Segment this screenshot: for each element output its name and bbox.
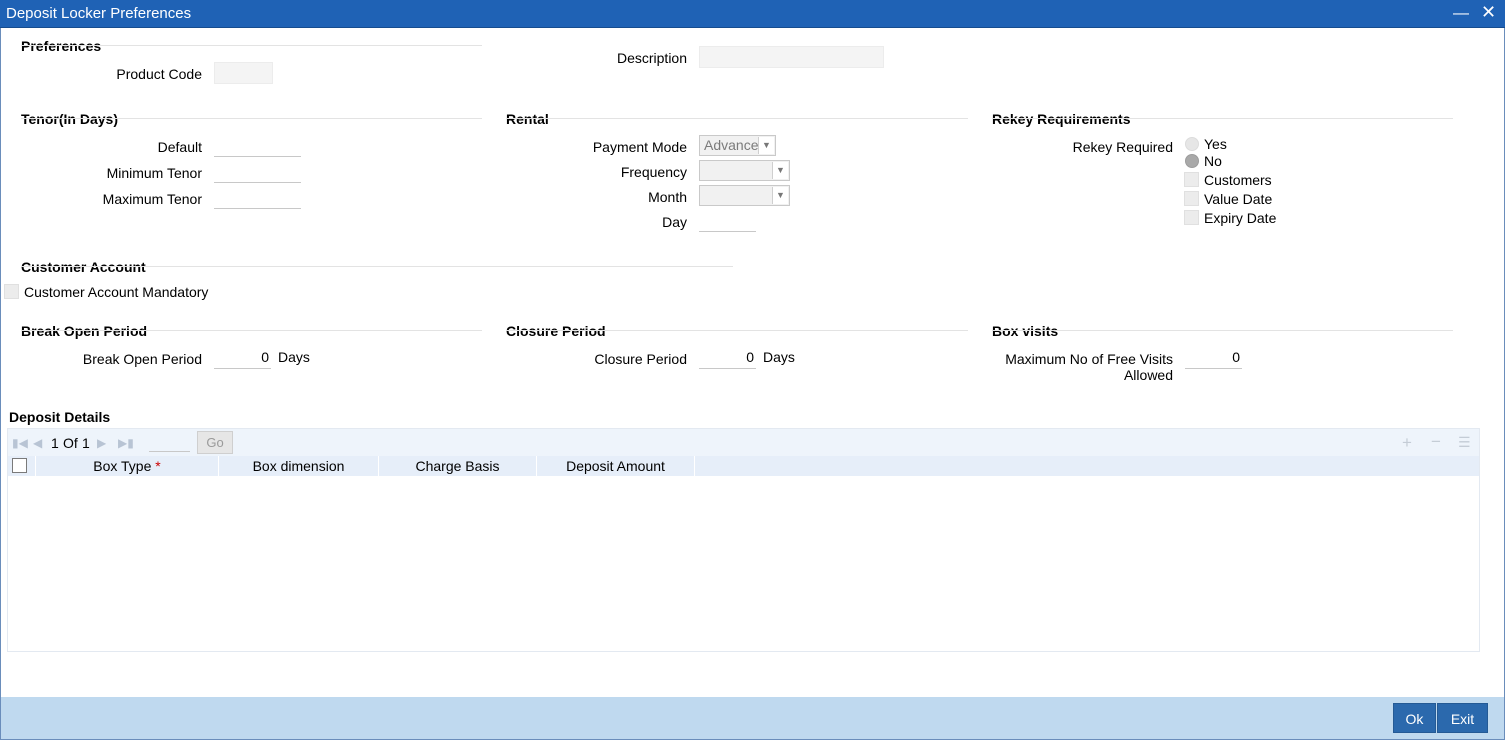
rental-heading: Rental (506, 111, 549, 127)
day-field[interactable] (699, 210, 756, 232)
chevron-down-icon: ▼ (772, 187, 788, 204)
closure-field[interactable]: 0 (699, 347, 756, 369)
customer-account-mandatory-checkbox[interactable] (4, 284, 19, 299)
delete-row-icon[interactable]: − (1431, 432, 1441, 452)
rekey-no-radio[interactable] (1185, 154, 1199, 168)
rekey-yes-label: Yes (1204, 136, 1227, 152)
grid-body (8, 476, 1479, 651)
rekey-no-label: No (1204, 153, 1222, 169)
select-all-checkbox[interactable] (12, 458, 27, 473)
payment-mode-select[interactable]: Advance ▼ (699, 135, 776, 156)
footer-bar (1, 697, 1504, 739)
maximum-tenor-field[interactable] (214, 187, 301, 209)
expiry-date-checkbox[interactable] (1184, 210, 1199, 225)
preferences-heading: Preferences (21, 38, 102, 54)
rekey-divider (992, 118, 1453, 119)
closure-divider (506, 330, 968, 331)
exit-button[interactable]: Exit (1437, 703, 1488, 733)
break-open-divider (21, 330, 482, 331)
window-title: Deposit Locker Preferences (6, 5, 192, 22)
maximum-tenor-label: Maximum Tenor (102, 191, 202, 207)
rekey-heading: Rekey Requirements (992, 111, 1131, 127)
closure-heading: Closure Period (506, 323, 606, 339)
select-all-cell (8, 456, 36, 476)
customer-account-divider (21, 266, 733, 267)
page-current: 1 (51, 435, 59, 451)
value-date-checkbox[interactable] (1184, 191, 1199, 206)
ok-button[interactable]: Ok (1393, 703, 1436, 733)
payment-mode-value: Advance (704, 137, 759, 153)
chevron-down-icon: ▼ (772, 162, 788, 179)
default-tenor-label: Default (157, 139, 202, 155)
preferences-divider (21, 45, 482, 46)
add-row-icon[interactable]: + (1402, 433, 1412, 453)
previous-page-icon[interactable]: ◀ (33, 436, 42, 450)
deposit-details-heading: Deposit Details (9, 409, 111, 425)
customer-account-mandatory-label: Customer Account Mandatory (24, 284, 209, 300)
frequency-select[interactable]: ▼ (699, 160, 790, 181)
single-view-icon[interactable]: ☰ (1458, 434, 1471, 451)
next-page-icon[interactable]: ▶ (97, 436, 106, 450)
max-free-visits-field[interactable]: 0 (1185, 347, 1242, 369)
grid-toolbar: ▮◀ ◀ 1 Of 1 ▶ ▶▮ Go + − ☰ (8, 429, 1479, 456)
value-date-label: Value Date (1204, 191, 1273, 207)
minimum-tenor-label: Minimum Tenor (106, 165, 202, 181)
day-label: Day (662, 214, 687, 230)
go-button[interactable]: Go (197, 431, 233, 454)
expiry-date-label: Expiry Date (1204, 210, 1277, 226)
description-field[interactable] (699, 46, 884, 68)
rental-divider (506, 118, 968, 119)
month-select[interactable]: ▼ (699, 185, 790, 206)
tenor-divider (21, 118, 482, 119)
tenor-heading: Tenor(In Days) (21, 111, 118, 127)
break-open-unit: Days (278, 349, 310, 365)
default-tenor-field[interactable] (214, 135, 301, 157)
chevron-down-icon: ▼ (758, 137, 774, 154)
last-page-icon[interactable]: ▶▮ (118, 436, 134, 450)
title-bar: Deposit Locker Preferences — ✕ (0, 0, 1505, 28)
page-number-input[interactable] (149, 432, 190, 452)
grid-header: Box Type * Box dimension Charge Basis De… (8, 456, 1479, 476)
rekey-required-label: Rekey Required (1072, 139, 1173, 155)
payment-mode-label: Payment Mode (592, 139, 687, 155)
page-total: 1 (82, 435, 90, 451)
close-icon[interactable]: ✕ (1481, 3, 1496, 21)
required-marker: * (155, 458, 161, 474)
customer-account-heading: Customer Account (21, 259, 146, 275)
page-of: Of (63, 435, 78, 451)
box-visits-heading: Box visits (992, 323, 1059, 339)
break-open-field[interactable]: 0 (214, 347, 271, 369)
frequency-label: Frequency (620, 164, 687, 180)
closure-unit: Days (763, 349, 795, 365)
box-visits-divider (992, 330, 1453, 331)
break-open-label: Break Open Period (82, 351, 202, 367)
break-open-heading: Break Open Period (21, 323, 148, 339)
max-free-visits-label-line1: Maximum No of Free Visits (1005, 351, 1173, 367)
rekey-yes-radio[interactable] (1185, 137, 1199, 151)
product-code-label: Product Code (116, 66, 202, 82)
max-free-visits-label-line2: Allowed (1123, 367, 1173, 383)
description-label: Description (616, 50, 687, 66)
column-box-dimension[interactable]: Box dimension (219, 456, 379, 476)
minimum-tenor-field[interactable] (214, 161, 301, 183)
minimize-icon[interactable]: — (1453, 6, 1469, 22)
deposit-details-grid: ▮◀ ◀ 1 Of 1 ▶ ▶▮ Go + − ☰ Box Type * Box… (7, 428, 1480, 652)
customers-label: Customers (1204, 172, 1272, 188)
customers-checkbox[interactable] (1184, 172, 1199, 187)
column-charge-basis[interactable]: Charge Basis (379, 456, 537, 476)
product-code-field[interactable] (214, 62, 273, 84)
column-box-type[interactable]: Box Type * (36, 456, 219, 476)
closure-label: Closure Period (594, 351, 687, 367)
month-label: Month (648, 189, 687, 205)
first-page-icon[interactable]: ▮◀ (12, 436, 28, 450)
column-deposit-amount[interactable]: Deposit Amount (537, 456, 695, 476)
column-box-type-label: Box Type (93, 458, 152, 474)
